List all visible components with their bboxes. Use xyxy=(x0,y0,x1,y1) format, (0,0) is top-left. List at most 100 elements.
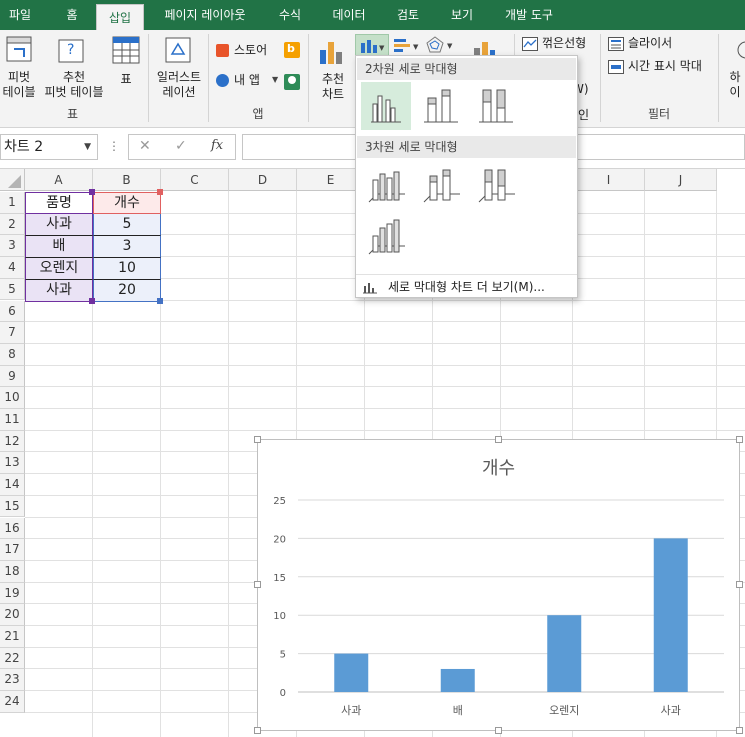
row-header[interactable]: 3 xyxy=(0,235,25,258)
cell-b2[interactable]: 5 xyxy=(93,214,161,236)
row-header[interactable]: 8 xyxy=(0,343,25,366)
tab-formulas[interactable]: 수식 xyxy=(268,0,312,30)
clustered-column-option[interactable] xyxy=(361,82,411,130)
3d-column-option[interactable] xyxy=(361,214,411,262)
clustered-column-icon xyxy=(371,95,401,123)
illustrations-button[interactable]: 일러스트 레이션 xyxy=(152,34,206,104)
100-stacked-column-option[interactable] xyxy=(471,82,521,130)
tab-review[interactable]: 검토 xyxy=(386,0,430,30)
3d-stacked-column-option[interactable] xyxy=(416,162,466,210)
x-tick-label: 배 xyxy=(453,704,463,717)
3d-clustered-column-option[interactable] xyxy=(361,162,411,210)
more-column-charts-option[interactable]: 세로 막대형 차트 더 보기(M)... xyxy=(356,274,577,298)
slicer-button[interactable]: 슬라이서 xyxy=(606,34,696,54)
cell-a4[interactable]: 오렌지 xyxy=(25,258,93,280)
row-header[interactable]: 20 xyxy=(0,604,25,626)
tab-home[interactable]: 홈 xyxy=(52,0,92,30)
row-header[interactable]: 23 xyxy=(0,669,25,692)
hyperlink-button[interactable]: 하이 xyxy=(722,34,745,104)
table-icon xyxy=(112,36,140,64)
chart-resize-handle[interactable] xyxy=(736,436,743,443)
stacked-column-option[interactable] xyxy=(416,82,466,130)
range-handle[interactable] xyxy=(157,189,163,195)
select-all-corner[interactable] xyxy=(0,169,25,191)
chart-resize-handle[interactable] xyxy=(736,581,743,588)
row-header[interactable]: 6 xyxy=(0,300,25,323)
chart-resize-handle[interactable] xyxy=(254,727,261,734)
row-header[interactable]: 1 xyxy=(0,192,25,214)
recommended-pivot-button[interactable]: ? 추천 피벗 테이블 xyxy=(44,34,104,104)
row-header[interactable]: 5 xyxy=(0,278,25,301)
y-tick-label: 15 xyxy=(273,573,286,584)
column-header[interactable]: B xyxy=(93,169,161,191)
row-header[interactable]: 4 xyxy=(0,257,25,279)
line-sparkline-icon xyxy=(522,37,538,51)
tab-insert[interactable]: 삽입 xyxy=(96,4,144,30)
bar-chart-button[interactable]: ▼ xyxy=(390,34,424,56)
table-button[interactable]: 표 xyxy=(108,34,144,104)
cell-a3[interactable]: 배 xyxy=(25,236,93,258)
cell-b3[interactable]: 3 xyxy=(93,236,161,258)
bar xyxy=(547,615,582,692)
row-header[interactable]: 12 xyxy=(0,430,25,453)
column-header[interactable]: C xyxy=(161,169,229,191)
chart-resize-handle[interactable] xyxy=(736,727,743,734)
line-sparkline-label: 꺾은선형 xyxy=(542,36,587,50)
range-handle[interactable] xyxy=(89,298,95,304)
row-header[interactable]: 19 xyxy=(0,582,25,605)
formula-bar-handle[interactable]: ⋮ xyxy=(108,139,120,153)
enter-icon[interactable]: ✓ xyxy=(175,138,187,154)
column-header[interactable]: A xyxy=(25,169,93,191)
row-header[interactable]: 18 xyxy=(0,560,25,583)
radar-chart-button[interactable]: ▼ xyxy=(424,34,458,56)
row-header[interactable]: 13 xyxy=(0,452,25,475)
range-handle[interactable] xyxy=(157,298,163,304)
store-button[interactable]: 스토어 xyxy=(214,42,276,62)
store-icon xyxy=(216,44,229,57)
chart-resize-handle[interactable] xyxy=(254,436,261,443)
header-cell-item[interactable]: 품명 xyxy=(25,192,93,214)
cell-b5[interactable]: 20 xyxy=(93,280,161,302)
row-header[interactable]: 16 xyxy=(0,517,25,540)
row-header[interactable]: 17 xyxy=(0,539,25,561)
tab-page-layout[interactable]: 페이지 레이아웃 xyxy=(150,0,260,30)
y-tick-label: 10 xyxy=(273,611,286,622)
row-header[interactable]: 2 xyxy=(0,213,25,236)
tab-developer[interactable]: 개발 도구 xyxy=(494,0,564,30)
3d-100-stacked-column-option[interactable] xyxy=(471,162,521,210)
chart-resize-handle[interactable] xyxy=(495,436,502,443)
cell-b4[interactable]: 10 xyxy=(93,258,161,280)
header-cell-count[interactable]: 개수 xyxy=(93,192,161,214)
row-header[interactable]: 9 xyxy=(0,365,25,388)
cell-a5[interactable]: 사과 xyxy=(25,280,93,302)
row-header[interactable]: 14 xyxy=(0,474,25,496)
recommended-charts-button[interactable]: 추천 차트 xyxy=(312,34,354,104)
column-header[interactable]: J xyxy=(645,169,717,191)
bing-maps-button[interactable]: b xyxy=(284,42,300,58)
range-handle[interactable] xyxy=(89,189,95,195)
name-box[interactable]: 차트 2 ▼ xyxy=(0,134,98,160)
tab-file[interactable]: 파일 xyxy=(0,0,40,30)
insert-function-icon[interactable]: fx xyxy=(211,138,223,153)
row-header[interactable]: 24 xyxy=(0,691,25,713)
row-header[interactable]: 10 xyxy=(0,387,25,409)
row-header[interactable]: 15 xyxy=(0,495,25,518)
cancel-icon[interactable]: ✕ xyxy=(139,138,151,154)
tab-data[interactable]: 데이터 xyxy=(324,0,374,30)
my-apps-button[interactable]: 내 앱 ▼ xyxy=(214,72,284,92)
column-chart-button[interactable]: ▼ xyxy=(355,34,389,56)
row-header[interactable]: 11 xyxy=(0,409,25,431)
chart-resize-handle[interactable] xyxy=(495,727,502,734)
cell-a2[interactable]: 사과 xyxy=(25,214,93,236)
tab-view[interactable]: 보기 xyxy=(440,0,484,30)
column-header[interactable]: I xyxy=(573,169,645,191)
row-header[interactable]: 7 xyxy=(0,322,25,344)
line-sparkline-button[interactable]: 꺾은선형 xyxy=(520,34,598,54)
column-header[interactable]: D xyxy=(229,169,297,191)
people-graph-button[interactable] xyxy=(284,74,300,90)
row-header[interactable]: 22 xyxy=(0,647,25,670)
row-header[interactable]: 21 xyxy=(0,626,25,648)
chart-resize-handle[interactable] xyxy=(254,581,261,588)
timeline-button[interactable]: 시간 표시 막대 xyxy=(606,57,716,77)
chart-object[interactable]: 개수 0 5 10 15 20 25 사과 배 오렌지 사과 xyxy=(257,439,740,731)
